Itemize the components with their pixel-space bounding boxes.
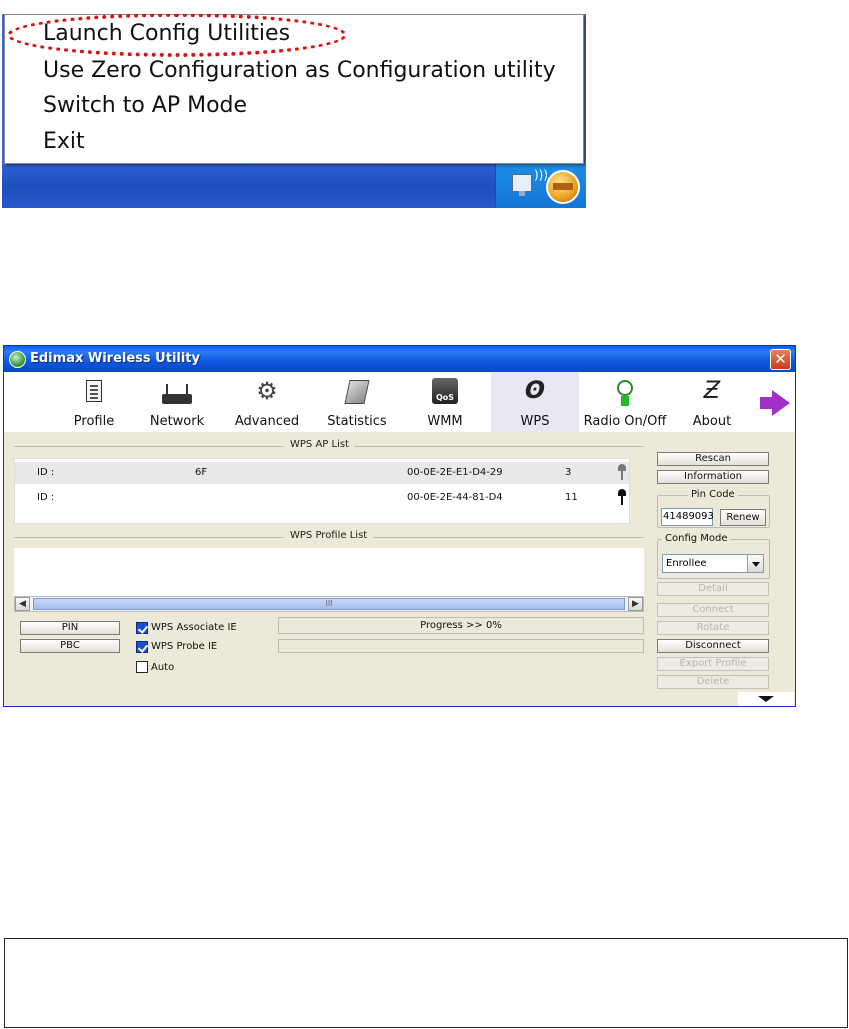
detail-button[interactable]: Detail [657, 582, 769, 596]
auto-checkbox[interactable] [136, 661, 148, 673]
app-icon [9, 351, 26, 368]
pbc-button[interactable]: PBC [20, 639, 120, 653]
scroll-right-icon[interactable]: ▶ [628, 597, 643, 611]
checkbox-label: WPS Associate IE [151, 622, 237, 633]
table-row[interactable]: ID : 00-0E-2E-44-81-D4 11 [15, 487, 629, 509]
advanced-gear-icon: ⚙ [256, 377, 278, 405]
config-mode-select[interactable]: Enrollee [662, 554, 764, 573]
tab-label: Statistics [327, 414, 387, 429]
tab-about[interactable]: Ƶ About [684, 372, 740, 432]
title-bar[interactable]: Edimax Wireless Utility ✕ [4, 346, 795, 372]
checkbox-label: Auto [151, 662, 175, 673]
tab-profile[interactable]: Profile [64, 372, 124, 432]
pin-code-group: Pin Code 41489093 Renew [657, 489, 770, 528]
tab-network[interactable]: Network [144, 372, 210, 432]
toolbar: Profile Network ⚙ Advanced Statistics Qo… [4, 372, 795, 432]
empty-text-box [4, 938, 848, 1028]
tab-label: Advanced [234, 414, 300, 429]
pin-code-label: Pin Code [688, 489, 738, 500]
config-mode-label: Config Mode [662, 533, 731, 544]
checkbox-label: WPS Probe IE [151, 641, 218, 652]
wps-ap-list: ID : 6F 00-0E-2E-E1-D4-29 3 ID : 00-0E-2… [14, 458, 630, 524]
wps-profile-list-header: WPS Profile List [14, 530, 644, 544]
statistics-icon [344, 380, 370, 404]
horizontal-scrollbar[interactable]: ◀ III ▶ [14, 596, 644, 612]
tab-statistics[interactable]: Statistics [322, 372, 392, 432]
edimax-tray-icon[interactable] [546, 170, 580, 204]
context-menu: Launch Config Utilities Use Zero Configu… [4, 14, 584, 164]
wps-icon: ʘ [524, 376, 546, 404]
scroll-grip: III [325, 599, 333, 608]
rescan-button[interactable]: Rescan [657, 452, 769, 466]
tab-label: About [692, 414, 732, 429]
menu-item-use-zero-configuration[interactable]: Use Zero Configuration as Configuration … [43, 58, 556, 83]
network-tray-icon[interactable] [512, 174, 532, 196]
scroll-left-icon[interactable]: ◀ [15, 597, 30, 611]
delete-button[interactable]: Delete [657, 675, 769, 689]
menu-item-exit[interactable]: Exit [43, 129, 85, 154]
scroll-down-icon[interactable] [738, 692, 794, 706]
qos-icon: QoS [432, 378, 458, 404]
connect-button[interactable]: Connect [657, 603, 769, 617]
profile-icon [86, 380, 102, 402]
tab-label: Profile [73, 414, 115, 429]
chevron-down-icon[interactable] [747, 555, 763, 572]
edimax-wireless-utility-window: Edimax Wireless Utility ✕ Profile Networ… [3, 345, 796, 707]
tab-wmm[interactable]: QoS WMM [414, 372, 476, 432]
qos-icon-text: QoS [435, 393, 455, 402]
wps-profile-list[interactable] [14, 548, 644, 596]
ap-mac: 00-0E-2E-44-81-D4 [407, 492, 503, 503]
rotate-button[interactable]: Rotate [657, 621, 769, 635]
system-tray: ))) [495, 164, 586, 208]
config-mode-group: Config Mode Enrollee [657, 533, 770, 579]
pin-code-field: 41489093 [661, 508, 714, 526]
highlight-ellipse-annotation [7, 14, 347, 57]
about-icon: Ƶ [703, 376, 721, 404]
tab-label: Network [149, 414, 205, 429]
config-mode-value: Enrollee [666, 558, 707, 569]
context-menu-screenshot: ))) Launch Config Utilities Use Zero Con… [2, 14, 586, 208]
wps-ap-list-header: WPS AP List [14, 439, 644, 453]
table-row[interactable]: ID : 6F 00-0E-2E-E1-D4-29 3 [15, 462, 629, 484]
tab-advanced[interactable]: ⚙ Advanced [232, 372, 302, 432]
status-bar [278, 639, 644, 653]
progress-text: Progress >> 0% [420, 620, 502, 631]
tab-label: WPS [520, 414, 550, 429]
close-button[interactable]: ✕ [770, 349, 791, 370]
tab-radio-on-off[interactable]: Radio On/Off [578, 372, 672, 432]
wps-associate-ie-checkbox[interactable] [136, 622, 148, 634]
menu-item-switch-to-ap-mode[interactable]: Switch to AP Mode [43, 93, 247, 118]
next-arrow-icon[interactable] [760, 390, 790, 416]
wps-panel: WPS AP List ID : 6F 00-0E-2E-E1-D4-29 3 … [4, 432, 795, 706]
tab-wps[interactable]: ʘ WPS [491, 372, 579, 432]
export-profile-button[interactable]: Export Profile [657, 657, 769, 671]
lock-icon [618, 489, 626, 505]
wps-probe-ie-checkbox[interactable] [136, 641, 148, 653]
window-title: Edimax Wireless Utility [30, 351, 200, 366]
ap-id-label: ID : [37, 492, 55, 503]
ap-channel: 3 [565, 467, 572, 478]
radio-icon [617, 380, 633, 406]
section-title-text: WPS Profile List [284, 530, 374, 541]
network-icon [162, 384, 192, 404]
progress-bar: Progress >> 0% [278, 617, 644, 634]
tab-label: Radio On/Off [583, 414, 667, 429]
ap-id-label: ID : [37, 467, 55, 478]
tab-label: WMM [427, 414, 463, 429]
information-button[interactable]: Information [657, 470, 769, 484]
section-title-text: WPS AP List [284, 439, 355, 450]
ap-mac: 00-0E-2E-E1-D4-29 [407, 467, 503, 478]
pin-button[interactable]: PIN [20, 621, 120, 635]
lock-icon [618, 464, 626, 480]
wireless-signal-icon: ))) [534, 168, 549, 182]
disconnect-button[interactable]: Disconnect [657, 639, 769, 653]
scroll-thumb[interactable]: III [33, 598, 625, 610]
ap-ssid: 6F [195, 467, 208, 478]
ap-channel: 11 [565, 492, 578, 503]
renew-button[interactable]: Renew [720, 509, 766, 526]
